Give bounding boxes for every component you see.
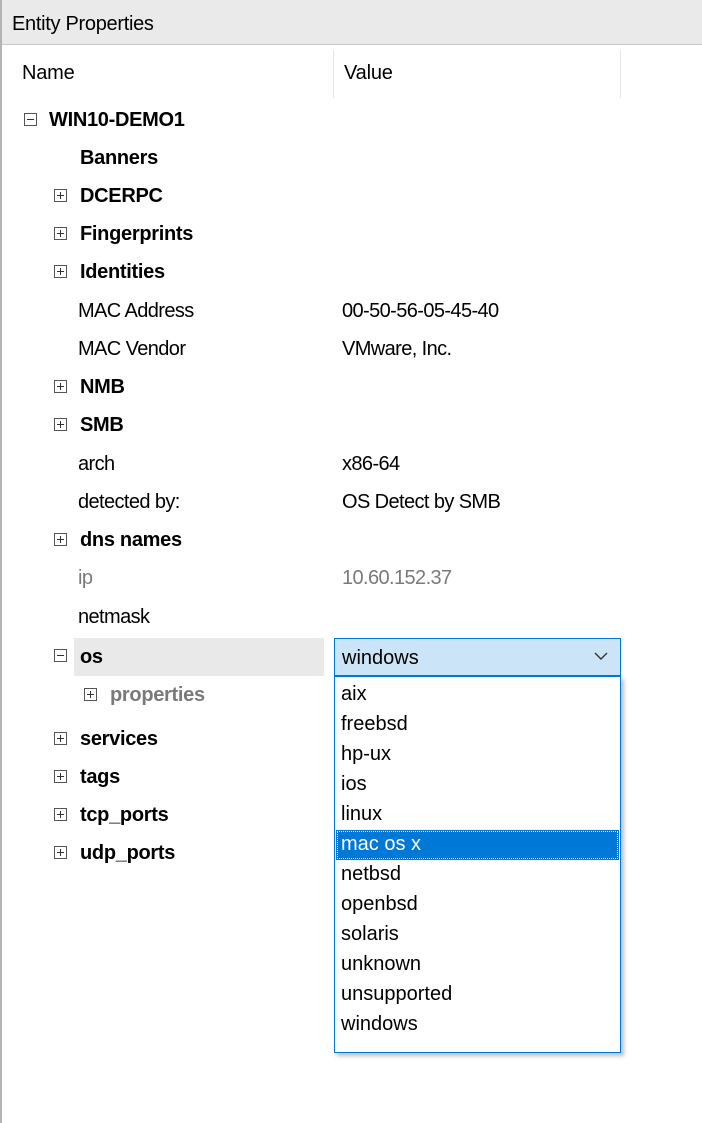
node-label: dns names [80,529,182,551]
property-row-mac-address[interactable]: MAC Address 00-50-56-05-45-40 [2,292,702,330]
option-label: freebsd [341,713,408,735]
collapse-icon[interactable] [24,113,37,126]
property-row-arch[interactable]: arch x86-64 [2,445,702,483]
tree-node-dns-names[interactable]: dns names [2,521,702,559]
option-label: openbsd [341,893,418,915]
dropdown-option[interactable]: freebsd [336,710,619,740]
column-divider[interactable] [333,50,334,98]
property-value: 10.60.152.37 [342,567,452,589]
option-label: windows [341,1013,418,1035]
option-label: aix [341,683,367,705]
tree-node-banners[interactable]: Banners [2,139,702,177]
column-header-name[interactable]: Name [22,62,75,85]
property-value: x86-64 [342,453,400,475]
property-value: OS Detect by SMB [342,491,501,513]
dropdown-option[interactable]: netbsd [336,860,619,890]
property-label: detected by: [78,491,180,513]
node-label: services [80,728,158,750]
panel-title-bar: Entity Properties [2,0,702,45]
node-label: tcp_ports [80,804,169,826]
os-dropdown-list[interactable]: aix freebsd hp-ux ios linux mac os x net… [334,676,621,1053]
dropdown-option[interactable]: unsupported [336,980,619,1010]
dropdown-option[interactable]: ios [336,770,619,800]
node-label: DCERPC [80,185,163,207]
dropdown-option[interactable]: linux [336,800,619,830]
chevron-down-icon[interactable] [594,651,608,661]
tree-node-identities[interactable]: Identities [2,253,702,291]
os-combobox[interactable]: windows [334,638,621,676]
node-label: Identities [80,261,165,283]
dropdown-option[interactable]: unknown [336,950,619,980]
tree-node-win10-demo1[interactable]: WIN10-DEMO1 [2,101,702,139]
expand-icon[interactable] [54,770,67,783]
node-label: Banners [80,147,158,169]
column-divider[interactable] [620,50,621,98]
panel-title: Entity Properties [12,13,154,35]
expand-icon[interactable] [54,732,67,745]
dropdown-option[interactable]: solaris [336,920,619,950]
expand-icon[interactable] [54,265,67,278]
property-value: VMware, Inc. [342,338,452,360]
expand-icon[interactable] [54,533,67,546]
dropdown-option[interactable]: hp-ux [336,740,619,770]
node-label: tags [80,766,120,788]
collapse-icon[interactable] [54,649,67,662]
option-label: unsupported [341,983,453,1005]
row-highlight [74,638,324,676]
option-label: unknown [341,953,422,975]
node-label: udp_ports [80,842,176,864]
tree-node-dcerpc[interactable]: DCERPC [2,177,702,215]
option-label: ios [341,773,367,795]
option-label: mac os x [341,833,422,855]
property-label: arch [78,453,115,475]
dropdown-option-selected[interactable]: mac os x [336,830,619,860]
tree-node-fingerprints[interactable]: Fingerprints [2,215,702,253]
property-row-ip[interactable]: ip 10.60.152.37 [2,559,702,597]
expand-icon[interactable] [84,688,97,701]
node-label: NMB [80,376,125,398]
option-label: hp-ux [341,743,392,765]
tree-node-smb[interactable]: SMB [2,406,702,444]
expand-icon[interactable] [54,418,67,431]
expand-icon[interactable] [54,227,67,240]
expand-icon[interactable] [54,808,67,821]
option-label: netbsd [341,863,402,885]
node-label: os [80,646,103,668]
property-row-detected-by[interactable]: detected by: OS Detect by SMB [2,483,702,521]
tree-node-nmb[interactable]: NMB [2,368,702,406]
property-label: netmask [78,606,150,628]
property-row-netmask[interactable]: netmask [2,598,702,636]
node-label: SMB [80,414,124,436]
property-row-mac-vendor[interactable]: MAC Vendor VMware, Inc. [2,330,702,368]
option-label: linux [341,803,383,825]
node-label: Fingerprints [80,223,194,245]
expand-icon[interactable] [54,846,67,859]
property-label: MAC Vendor [78,338,186,360]
node-label: properties [110,684,205,706]
dropdown-option[interactable]: aix [336,680,619,710]
property-value: 00-50-56-05-45-40 [342,300,499,322]
dropdown-option[interactable]: openbsd [336,890,619,920]
expand-icon[interactable] [54,189,67,202]
expand-icon[interactable] [54,380,67,393]
option-label: solaris [341,923,399,945]
column-header-value[interactable]: Value [344,62,393,85]
node-label: WIN10-DEMO1 [49,109,185,131]
combobox-value: windows [342,647,419,669]
property-label: MAC Address [78,300,194,322]
dropdown-option[interactable]: windows [336,1010,619,1040]
property-label: ip [78,567,93,589]
